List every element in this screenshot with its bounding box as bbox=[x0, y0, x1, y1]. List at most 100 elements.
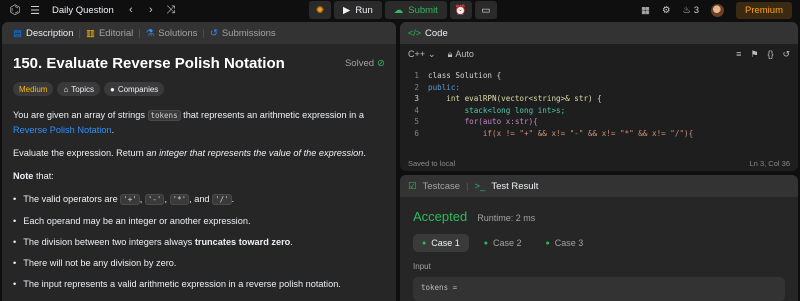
tab-submissions[interactable]: ↺ Submissions bbox=[205, 28, 281, 39]
text: The division between two integers always bbox=[23, 237, 195, 247]
fire-icon: ♨ bbox=[682, 4, 692, 16]
tag-icon: ⌂ bbox=[63, 84, 69, 94]
code-status-bar: Saved to local Ln 3, Col 36 bbox=[400, 155, 798, 171]
settings-gear-icon[interactable]: ⚙ bbox=[662, 5, 671, 16]
problem-list-icon[interactable]: ☰ bbox=[28, 4, 42, 17]
companies-badge[interactable]: ● Companies bbox=[103, 82, 165, 96]
notes-button[interactable]: ▭ bbox=[474, 1, 497, 19]
problem-paragraph-1: You are given an array of strings tokens… bbox=[13, 108, 385, 137]
checkbox-icon: ☑ bbox=[408, 180, 417, 192]
case-tab-3[interactable]: ● Case 3 bbox=[537, 234, 593, 252]
flask-icon: ⚗ bbox=[145, 27, 155, 39]
auto-mode-toggle[interactable]: 🔒︎ Auto bbox=[448, 49, 474, 60]
lock-icon: ● bbox=[109, 84, 115, 94]
bullet-icon: • bbox=[13, 237, 17, 247]
input-value: tokens = bbox=[421, 283, 458, 292]
play-icon: ▶ bbox=[343, 4, 351, 16]
code-line: 1 class Solution { bbox=[400, 70, 798, 82]
text: . bbox=[290, 237, 293, 247]
code-panel-title: Code bbox=[425, 27, 448, 39]
note-bold: Note bbox=[13, 171, 34, 181]
line-number: 6 bbox=[414, 128, 419, 138]
book-icon: ▥ bbox=[85, 27, 95, 39]
companies-label: Companies bbox=[117, 84, 159, 94]
leetcode-logo-icon[interactable]: ⌬ bbox=[8, 3, 22, 17]
note-heading: Note that: bbox=[13, 169, 385, 183]
prev-problem-icon[interactable]: ‹ bbox=[124, 4, 138, 16]
save-status: Saved to local bbox=[408, 158, 456, 168]
bookmark-icon[interactable]: ⚑ bbox=[750, 49, 758, 60]
text: The valid operators are bbox=[23, 194, 121, 204]
input-value-box[interactable]: tokens = bbox=[413, 277, 785, 301]
case-label: Case 1 bbox=[431, 238, 460, 248]
daily-question-title[interactable]: Daily Question bbox=[52, 5, 114, 16]
streak-count: 3 bbox=[693, 4, 699, 16]
line-number: 4 bbox=[414, 105, 419, 115]
code-editor[interactable]: 1 class Solution { 2 public: 3 int evalRPN… bbox=[400, 70, 798, 156]
language-select[interactable]: C++ ⌄ bbox=[408, 49, 436, 60]
rpn-link[interactable]: Reverse Polish Notation bbox=[13, 125, 112, 135]
shuffle-icon[interactable]: ⤨ bbox=[164, 4, 178, 17]
list-item: • Each operand may be an integer or anot… bbox=[13, 214, 385, 228]
reset-icon[interactable]: ↺ bbox=[782, 49, 790, 60]
streak-counter[interactable]: ♨ 3 bbox=[683, 5, 699, 16]
submit-label: Submit bbox=[408, 4, 438, 16]
test-panel-tabs: ☑ Testcase | >_ Test Result bbox=[400, 175, 798, 197]
timer-button[interactable]: ⏰ bbox=[449, 1, 472, 19]
language-label: C++ bbox=[408, 49, 426, 59]
cursor-position: Ln 3, Col 36 bbox=[749, 158, 790, 168]
problem-title[interactable]: 150. Evaluate Reverse Polish Notation bbox=[13, 55, 285, 72]
code-line: 4 stack<long long int>s; bbox=[400, 105, 798, 117]
bullet-icon: • bbox=[13, 279, 17, 289]
tab-testcase[interactable]: Testcase bbox=[423, 181, 461, 192]
solved-status: Solved ⊘ bbox=[345, 58, 385, 69]
inline-code: '/' bbox=[212, 194, 232, 205]
case-label: Case 3 bbox=[554, 238, 584, 248]
code-panel: </> Code C++ ⌄ 🔒︎ Auto ≡ ⚑ {} ↺ 1 class Sol… bbox=[400, 22, 798, 171]
cloud-upload-icon: ☁ bbox=[393, 4, 404, 16]
case-tab-1[interactable]: ● Case 1 bbox=[413, 234, 469, 252]
format-lines-icon[interactable]: ≡ bbox=[736, 49, 741, 59]
braces-icon[interactable]: {} bbox=[767, 49, 773, 59]
input-label: Input bbox=[413, 262, 431, 271]
emphasis-text: an integer that represents the value of … bbox=[146, 148, 364, 158]
debug-button[interactable]: ✺ bbox=[309, 1, 331, 19]
document-icon: ▤ bbox=[13, 27, 22, 39]
next-problem-icon[interactable]: › bbox=[144, 4, 158, 16]
text: , bbox=[164, 194, 170, 204]
list-item: • The division between two integers alwa… bbox=[13, 235, 385, 249]
note-icon: ▭ bbox=[481, 4, 491, 16]
tab-test-result[interactable]: Test Result bbox=[491, 181, 538, 192]
bullet-icon: • bbox=[13, 194, 17, 204]
list-item: • There will not be any division by zero… bbox=[13, 256, 385, 270]
list-item: • The valid operators are '+', '-', '*',… bbox=[13, 192, 385, 207]
result-summary: Accepted Runtime: 2 ms bbox=[400, 197, 798, 224]
topics-badge[interactable]: ⌂ Topics bbox=[57, 82, 100, 96]
text: Evaluate the expression. Return bbox=[13, 148, 147, 158]
text: There will not be any division by zero. bbox=[23, 258, 177, 268]
tab-description[interactable]: ▤ Description bbox=[8, 28, 79, 39]
premium-button[interactable]: Premium bbox=[735, 1, 792, 19]
tab-label: Solutions bbox=[158, 27, 198, 39]
tab-divider: | bbox=[466, 180, 469, 192]
text: that represents an arithmetic expression… bbox=[180, 110, 364, 120]
avatar[interactable] bbox=[710, 3, 724, 17]
text: . bbox=[231, 194, 235, 204]
text: that: bbox=[33, 171, 54, 181]
case-tab-2[interactable]: ● Case 2 bbox=[475, 234, 531, 252]
line-number: 3 bbox=[414, 94, 419, 103]
code-text: stack<long long int>s; bbox=[428, 105, 566, 115]
run-button[interactable]: ▶ Run bbox=[334, 1, 382, 19]
case-label: Case 2 bbox=[493, 238, 522, 248]
layout-grid-icon[interactable]: ▦ bbox=[641, 5, 650, 16]
tab-solutions[interactable]: ⚗ Solutions bbox=[141, 28, 203, 39]
tab-editorial[interactable]: ▥ Editorial bbox=[81, 28, 138, 39]
description-tabs: ▤ Description | ▥ Editorial | ⚗ Solutions |… bbox=[2, 22, 396, 44]
tab-label: Submissions bbox=[221, 27, 276, 39]
code-line: 2 public: bbox=[400, 82, 798, 94]
submit-button[interactable]: ☁ Submit bbox=[384, 1, 447, 19]
tab-label: Description bbox=[25, 27, 74, 39]
code-toolbar: C++ ⌄ 🔒︎ Auto ≡ ⚑ {} ↺ bbox=[400, 44, 798, 64]
code-text: if(x != "+" && x!= "-" && x!= "*" && x!=… bbox=[428, 128, 694, 138]
passed-dot-icon: ● bbox=[483, 239, 488, 247]
